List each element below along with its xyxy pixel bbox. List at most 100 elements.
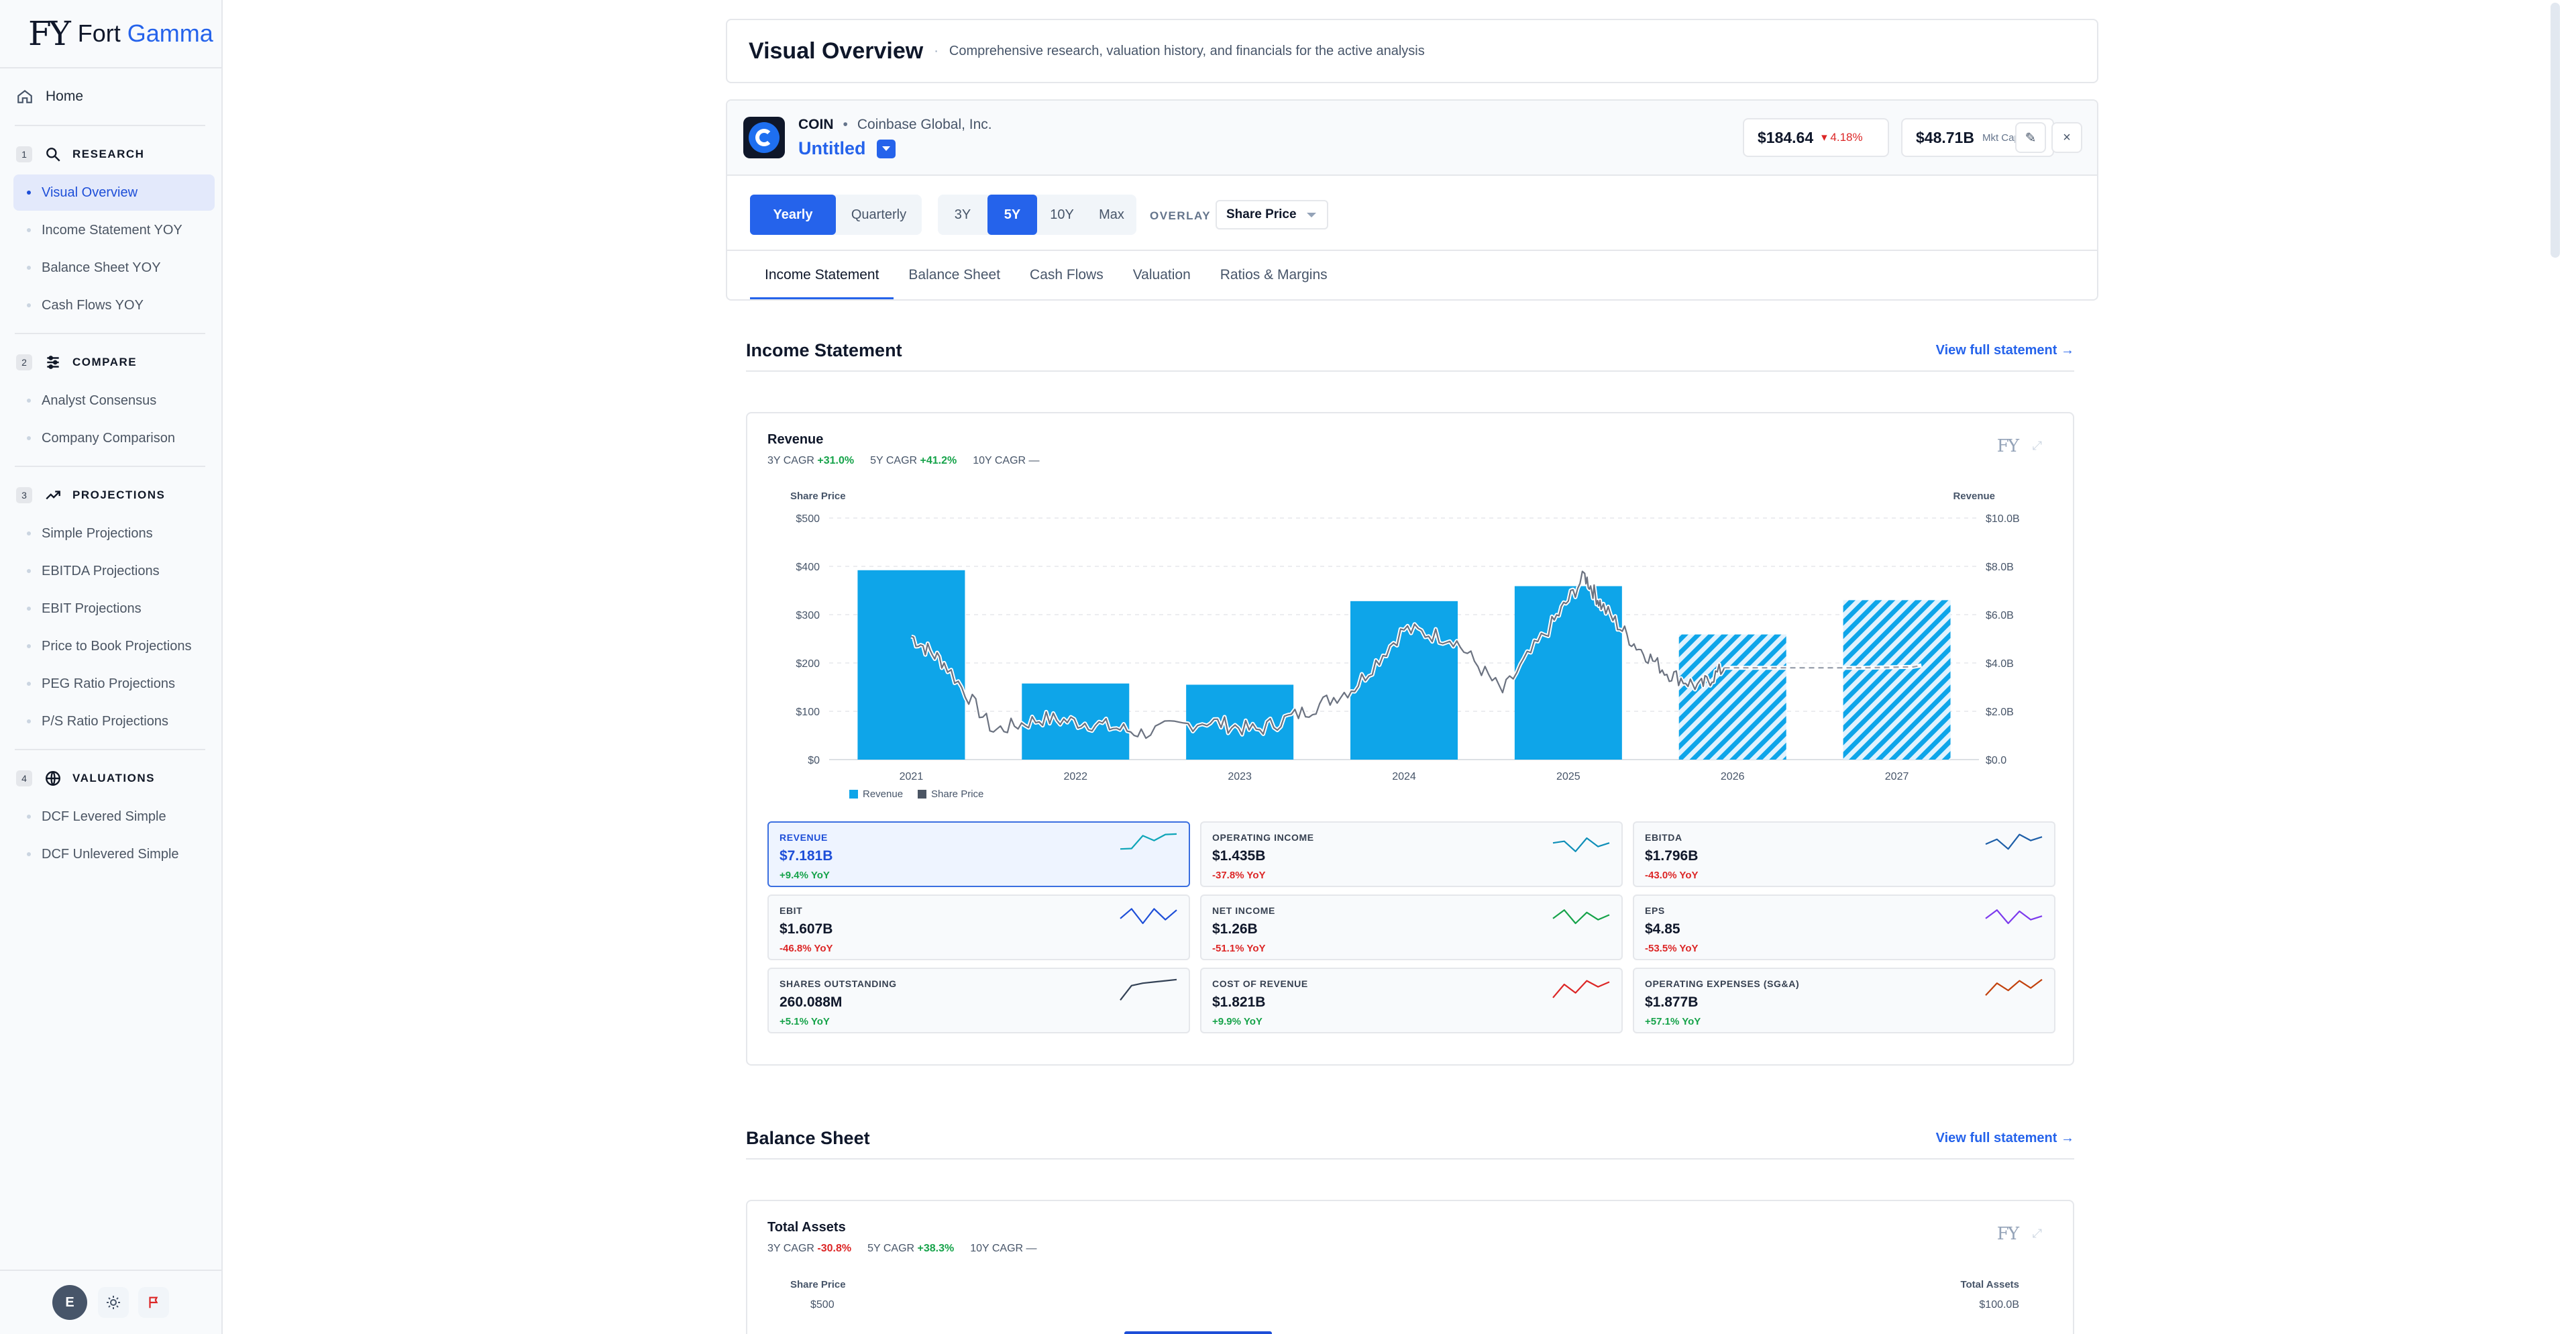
sparkline <box>1985 909 2043 925</box>
brand[interactable]: FY Fort Gamma <box>0 0 221 68</box>
sidebar-item-p-s-ratio-projections[interactable]: P/S Ratio Projections <box>13 703 215 739</box>
section-title: Income Statement <box>746 340 902 360</box>
metric-card-operating-income[interactable]: OPERATING INCOME $1.435B -37.8% YoY <box>1200 821 1623 887</box>
sidebar-item-peg-ratio-projections[interactable]: PEG Ratio Projections <box>13 666 215 702</box>
scrollbar[interactable] <box>2551 3 2560 258</box>
metric-card-ebit[interactable]: EBIT $1.607B -46.8% YoY <box>767 894 1190 960</box>
sparkline-path <box>1985 978 2043 996</box>
period-option-quarterly[interactable]: Quarterly <box>836 195 922 235</box>
sidebar-item-ebit-projections[interactable]: EBIT Projections <box>13 591 215 627</box>
metric-value: $1.877B <box>1645 994 1699 1010</box>
bar-2023[interactable] <box>1186 684 1294 760</box>
metric-grid: REVENUE $7.181B +9.4% YoY OPERATING INCOME $… <box>767 821 2055 1033</box>
sidebar-item-label: Balance Sheet YOY <box>42 260 161 275</box>
bullet-icon <box>27 815 31 819</box>
tab-cash-flows[interactable]: Cash Flows <box>1015 251 1118 299</box>
metric-change: +57.1% YoY <box>1645 1016 1701 1027</box>
company-name: Coinbase Global, Inc. <box>857 117 992 132</box>
edit-button[interactable]: ✎ <box>2015 122 2046 153</box>
sidebar-item-company-comparison[interactable]: Company Comparison <box>13 420 215 456</box>
feedback-button[interactable] <box>138 1287 169 1318</box>
cagr-item: 10Y CAGR — <box>970 1243 1036 1255</box>
sidebar-footer: E <box>0 1270 223 1334</box>
metric-card-net-income[interactable]: NET INCOME $1.26B -51.1% YoY <box>1200 894 1623 960</box>
sidebar-section-projections: 3 PROJECTIONS <box>0 476 221 514</box>
x-tick: 2027 <box>1885 771 1909 782</box>
range-option-5y[interactable]: 5Y <box>987 195 1037 235</box>
metric-card-ebitda[interactable]: EBITDA $1.796B -43.0% YoY <box>1633 821 2055 887</box>
analysis-dropdown-button[interactable] <box>876 139 896 158</box>
sidebar-item-visual-overview[interactable]: Visual Overview <box>13 174 215 211</box>
range-option-max[interactable]: Max <box>1087 195 1136 235</box>
sparkline <box>1552 980 1610 998</box>
company-logo-icon <box>743 117 785 158</box>
sidebar-item-balance-sheet-yoy[interactable]: Balance Sheet YOY <box>13 250 215 286</box>
close-button[interactable]: × <box>2051 122 2082 153</box>
sidebar-item-label: Company Comparison <box>42 430 175 446</box>
bar-2026[interactable] <box>1678 634 1786 760</box>
metric-label: SHARES OUTSTANDING <box>780 978 897 989</box>
sidebar-item-simple-projections[interactable]: Simple Projections <box>13 515 215 552</box>
metric-card-cost-of-revenue[interactable]: COST OF REVENUE $1.821B +9.9% YoY <box>1200 968 1623 1033</box>
view-full-statement-link[interactable]: View full statement → <box>1936 1131 2074 1146</box>
bar-2021[interactable] <box>857 570 965 760</box>
range-option-10y[interactable]: 10Y <box>1037 195 1087 235</box>
avatar[interactable]: E <box>52 1285 87 1320</box>
close-icon: × <box>2063 130 2071 145</box>
trend-up-icon <box>46 491 60 500</box>
y-axis-right-label: Total Assets <box>1960 1279 2019 1290</box>
sidebar-item-cash-flows-yoy[interactable]: Cash Flows YOY <box>13 287 215 323</box>
tab-income-statement[interactable]: Income Statement <box>750 251 894 299</box>
y-tick-right: $6.0B <box>1986 610 2014 621</box>
tab-valuation[interactable]: Valuation <box>1118 251 1205 299</box>
sparkline-path <box>1985 909 2043 925</box>
sidebar-item-price-to-book-projections[interactable]: Price to Book Projections <box>13 628 215 664</box>
cagr-row: 3Y CAGR -30.8% 5Y CAGR +38.3% 10Y CAGR — <box>767 1243 1053 1255</box>
sidebar-item-dcf-levered-simple[interactable]: DCF Levered Simple <box>13 799 215 835</box>
y-tick-left: $400 <box>796 562 820 573</box>
ticker-header: COIN • Coinbase Global, Inc. Untitled $1… <box>727 101 2097 176</box>
x-tick: 2021 <box>900 771 924 782</box>
tab-balance-sheet[interactable]: Balance Sheet <box>894 251 1015 299</box>
sparkline <box>1120 908 1177 925</box>
analysis-title[interactable]: Untitled <box>798 138 866 159</box>
metric-card-shares-outstanding[interactable]: SHARES OUTSTANDING 260.088M +5.1% YoY <box>767 968 1190 1033</box>
metric-card-operating-expenses-sg-a-[interactable]: OPERATING EXPENSES (SG&A) $1.877B +57.1% Y… <box>1633 968 2055 1033</box>
revenue-chart-card: Revenue 3Y CAGR +31.0% 5Y CAGR +41.2% 10Y … <box>746 412 2074 1066</box>
sidebar-section-research: 1 RESEARCH <box>0 136 221 173</box>
bullet-icon <box>27 191 31 195</box>
metric-change: +9.4% YoY <box>780 870 830 881</box>
sidebar-item-label: Cash Flows YOY <box>42 297 144 313</box>
sidebar-item-analyst-consensus[interactable]: Analyst Consensus <box>13 382 215 419</box>
sidebar-item-ebitda-projections[interactable]: EBITDA Projections <box>13 553 215 589</box>
section-title: RESEARCH <box>72 148 145 160</box>
period-option-yearly[interactable]: Yearly <box>750 195 836 235</box>
sidebar-item-home[interactable]: Home <box>0 78 221 115</box>
bullet-icon <box>27 228 31 232</box>
cagr-label: 3Y CAGR <box>767 1243 818 1254</box>
bar-2027[interactable] <box>1843 600 1951 760</box>
share-price: $184.64 <box>1758 128 1814 146</box>
bullet-icon <box>27 303 31 307</box>
expand-icon[interactable]: ⤢ <box>2033 1227 2042 1241</box>
metric-card-revenue[interactable]: REVENUE $7.181B +9.4% YoY <box>767 821 1190 887</box>
sidebar-item-income-statement-yoy[interactable]: Income Statement YOY <box>13 212 215 248</box>
sidebar-item-label: DCF Levered Simple <box>42 809 166 824</box>
bullet-icon <box>27 644 31 648</box>
legend-swatch-revenue <box>849 790 858 799</box>
tab-ratios-margins[interactable]: Ratios & Margins <box>1205 251 1342 299</box>
x-tick: 2023 <box>1228 771 1252 782</box>
section-title: Balance Sheet <box>746 1127 870 1148</box>
range-option-3y[interactable]: 3Y <box>938 195 987 235</box>
overlay-select[interactable]: Share Price <box>1216 200 1328 229</box>
sidebar-item-label: Analyst Consensus <box>42 393 157 408</box>
brand-name: Fort Gamma <box>77 19 213 47</box>
sidebar-sections: 1 RESEARCH Visual Overview Income Statement… <box>0 125 221 872</box>
analysis-name[interactable]: Untitled <box>798 138 896 159</box>
sidebar-item-dcf-unlevered-simple[interactable]: DCF Unlevered Simple <box>13 836 215 872</box>
main-content: Visual Overview · Comprehensive research… <box>224 0 2563 1334</box>
total-assets-chart-card: Total Assets 3Y CAGR -30.8% 5Y CAGR +38.3… <box>746 1200 2074 1334</box>
metric-card-eps[interactable]: EPS $4.85 -53.5% YoY <box>1633 894 2055 960</box>
theme-toggle-button[interactable] <box>98 1287 129 1318</box>
view-full-statement-link[interactable]: View full statement → <box>1936 343 2074 358</box>
